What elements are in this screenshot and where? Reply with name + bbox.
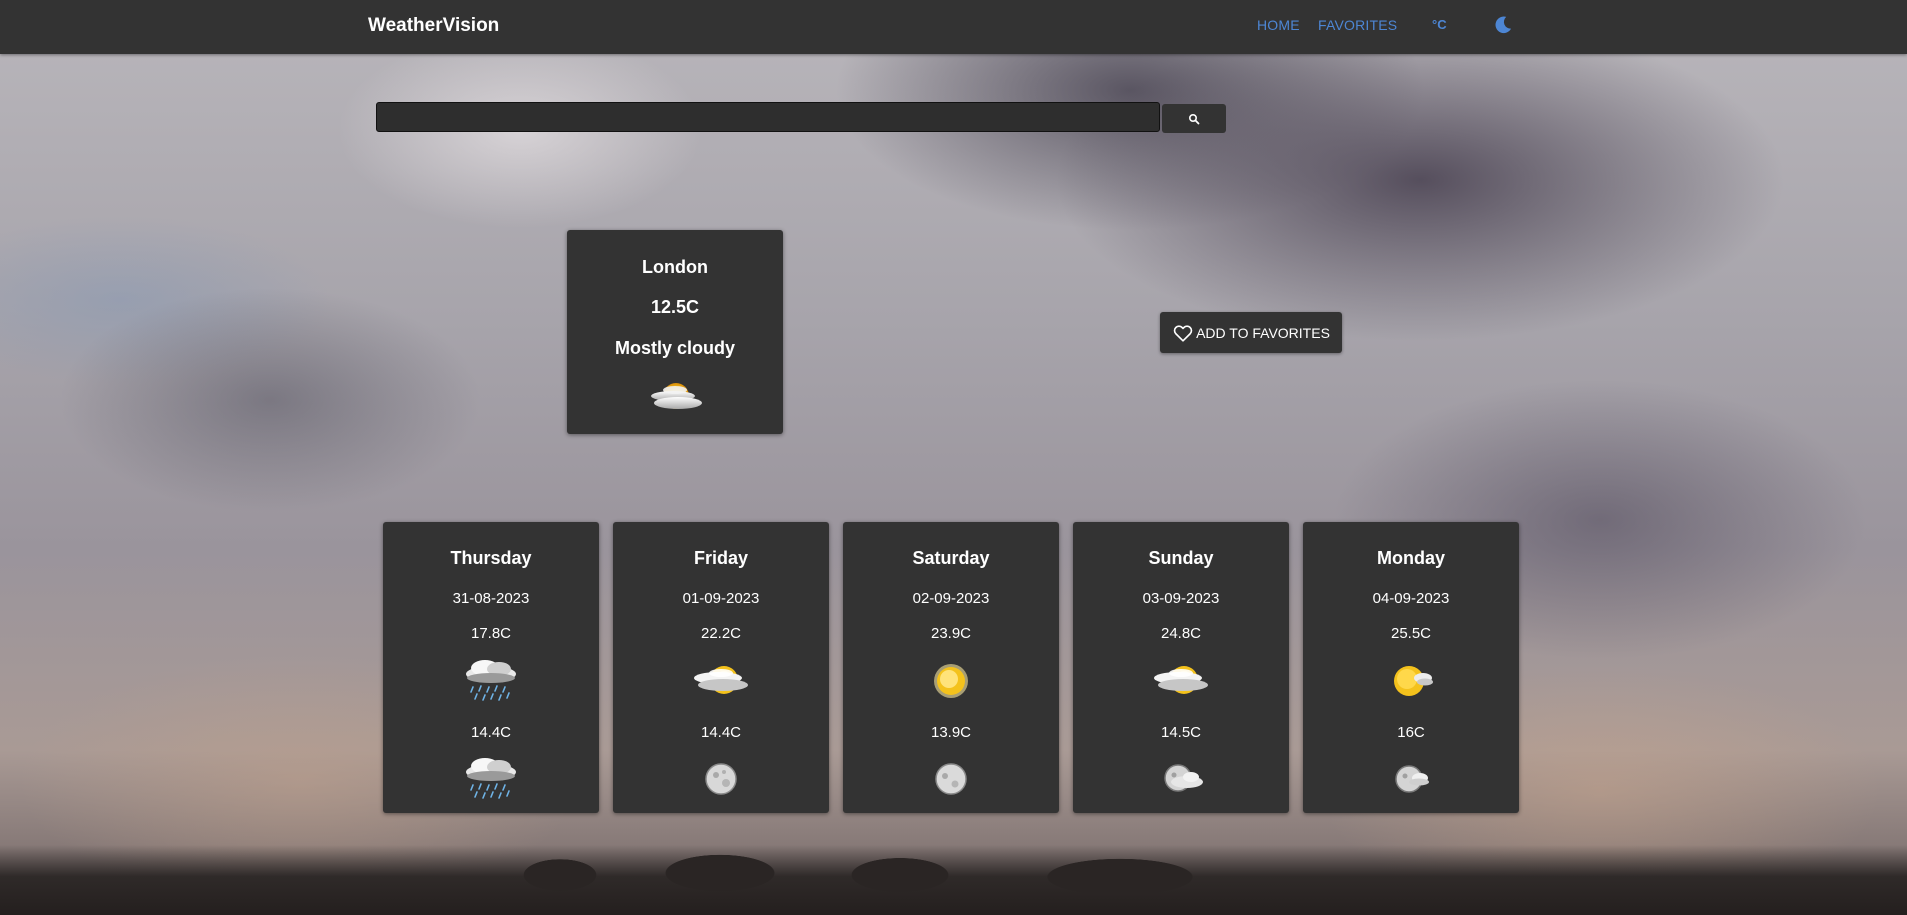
forecast-date: 02-09-2023 [912, 590, 990, 607]
unit-toggle[interactable]: °C [1432, 17, 1447, 32]
forecast-low-temp: 14.5C [1160, 724, 1202, 741]
forecast-card: Monday 04-09-2023 25.5C 16C [1303, 522, 1519, 813]
current-city: London [642, 257, 708, 277]
forecast-card: Sunday 03-09-2023 24.8C 14.5C [1073, 522, 1289, 813]
search-button[interactable] [1162, 104, 1226, 133]
forecast-day: Saturday [912, 548, 990, 568]
forecast-day: Monday [1376, 548, 1445, 568]
moon-icon[interactable] [1492, 14, 1514, 36]
moon-clear-icon [935, 763, 967, 795]
forecast-date: 03-09-2023 [1142, 590, 1220, 607]
search-input[interactable] [376, 102, 1160, 132]
forecast-low-temp: 13.9C [930, 724, 972, 741]
forecast-high-temp: 25.5C [1390, 625, 1432, 642]
forecast-high-temp: 24.8C [1160, 625, 1202, 642]
landscape-silhouette [0, 845, 1907, 915]
forecast-high-temp: 22.2C [700, 625, 742, 642]
forecast-day: Sunday [1148, 548, 1214, 568]
forecast-card: Saturday 02-09-2023 23.9C 13.9C [843, 522, 1059, 813]
brand-logo[interactable]: WeatherVision [368, 15, 499, 37]
forecast-date: 04-09-2023 [1372, 590, 1450, 607]
forecast-high-temp: 23.9C [930, 625, 972, 642]
forecast-high-temp: 17.8C [470, 625, 512, 642]
current-temperature: 12.5C [650, 297, 700, 317]
search-icon [1188, 113, 1200, 124]
top-navbar: WeatherVision HOME FAVORITES °C [0, 0, 1907, 54]
add-to-favorites-label: ADD TO FAVORITES [1196, 324, 1330, 341]
moon-cloudy-icon [1164, 764, 1203, 792]
partly-cloudy-icon [1154, 666, 1208, 694]
moon-clear-icon [705, 763, 737, 795]
forecast-date: 31-08-2023 [452, 590, 530, 607]
forecast-low-temp: 16C [1397, 724, 1425, 741]
forecast-card: Thursday 31-08-2023 17.8C 14.4C [383, 522, 599, 813]
forecast-card: Friday 01-09-2023 22.2C 14.4C [613, 522, 829, 813]
forecast-day: Thursday [450, 548, 532, 568]
current-condition: Mostly cloudy [614, 338, 735, 358]
forecast-low-temp: 14.4C [700, 724, 742, 741]
forecast-day: Friday [693, 548, 749, 568]
rain-cloud-icon [466, 758, 516, 799]
nav-favorites-link[interactable]: FAVORITES [1318, 17, 1397, 33]
partly-cloudy-icon [694, 666, 748, 694]
current-weather-card: London 12.5C Mostly cloudy [567, 230, 783, 434]
mostly-sunny-icon [1394, 666, 1433, 696]
forecast-low-temp: 14.4C [470, 724, 512, 741]
forecast-date: 01-09-2023 [682, 590, 760, 607]
nav-home-link[interactable]: HOME [1257, 17, 1300, 33]
heart-icon [1173, 324, 1193, 342]
sunny-icon [934, 664, 968, 698]
add-to-favorites-button[interactable]: ADD TO FAVORITES [1160, 312, 1342, 353]
partly-cloudy-icon [651, 383, 702, 409]
rain-cloud-icon [466, 660, 516, 701]
moon-cloudy-icon [1395, 765, 1429, 793]
